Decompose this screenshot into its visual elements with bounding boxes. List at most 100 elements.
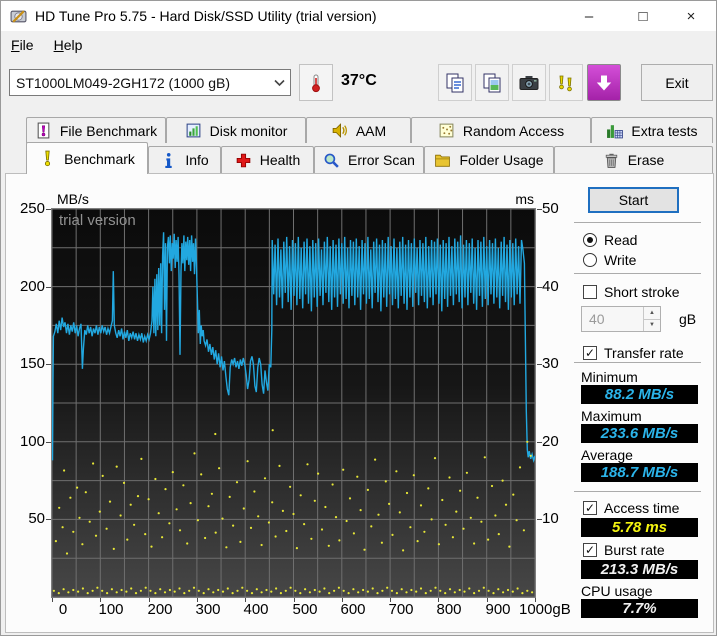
short-stroke-row[interactable]: Short stroke <box>583 284 679 300</box>
toolbar: ST1000LM049-2GH172 (1000 gB) 37°C <box>1 59 716 111</box>
error-scan-icon <box>323 152 340 169</box>
tab-random-access[interactable]: Random Access <box>411 117 591 143</box>
tab-label: Info <box>185 152 208 168</box>
tab-label: Disk monitor <box>210 123 288 139</box>
tab-folder-usage[interactable]: Folder Usage <box>424 146 554 173</box>
access-time-label: Access time <box>604 500 679 516</box>
tab-label: Error Scan <box>348 152 415 168</box>
write-radio[interactable] <box>583 253 597 267</box>
transfer-rate-label: Transfer rate <box>604 345 684 361</box>
close-button[interactable]: × <box>672 1 710 31</box>
tick-mark <box>52 598 53 602</box>
disk-monitor-icon <box>185 122 202 139</box>
separator <box>574 222 701 223</box>
tick-mark <box>537 209 542 210</box>
tick-mark <box>46 519 51 520</box>
tab-aam[interactable]: AAM <box>306 117 411 143</box>
chevron-down-icon <box>268 79 290 87</box>
menu-file[interactable]: File <box>1 33 44 57</box>
y-left-axis-unit: MB/s <box>57 191 89 207</box>
exit-button[interactable]: Exit <box>641 64 713 101</box>
tab-info[interactable]: Info <box>148 146 221 173</box>
y-right-tick-label: 20 <box>542 433 572 450</box>
stepper-up-icon[interactable]: ▲ <box>644 307 660 320</box>
tick-mark <box>342 598 343 602</box>
transfer-rate-row[interactable]: ✓ Transfer rate <box>583 345 684 361</box>
copy-image-button[interactable] <box>475 64 509 101</box>
tick-mark <box>438 598 439 602</box>
tick-mark <box>537 364 542 365</box>
tab-health[interactable]: Health <box>221 146 314 173</box>
window-title: HD Tune Pro 5.75 - Hard Disk/SSD Utility… <box>35 8 377 24</box>
tab-error-scan[interactable]: Error Scan <box>314 146 424 173</box>
benchmark-all-button[interactable] <box>549 64 583 101</box>
burst-rate-label: Burst rate <box>604 542 665 558</box>
menu-bar: File Help <box>1 31 716 59</box>
short-stroke-size-stepper[interactable]: 40 ▲ ▼ <box>581 306 661 332</box>
drive-select[interactable]: ST1000LM049-2GH172 (1000 gB) <box>9 69 291 96</box>
double-exclamation-icon <box>555 72 577 94</box>
temperature-value: 37°C <box>341 72 377 90</box>
aam-icon <box>331 122 348 139</box>
menu-help[interactable]: Help <box>44 33 93 57</box>
stepper-arrows[interactable]: ▲ ▼ <box>643 307 660 331</box>
cpu-usage-value: 7.7% <box>581 599 698 618</box>
separator <box>574 362 701 363</box>
start-label: Start <box>619 192 649 208</box>
tab-extra-tests[interactable]: Extra tests <box>591 117 713 143</box>
maximize-button[interactable]: □ <box>624 1 662 31</box>
separator <box>574 491 701 492</box>
transfer-rate-checkbox[interactable]: ✓ <box>583 346 597 360</box>
average-value: 188.7 MB/s <box>581 463 698 482</box>
tab-label: Erase <box>628 152 665 168</box>
tick-mark <box>537 442 542 443</box>
temperature-button[interactable] <box>299 64 333 101</box>
burst-rate-row[interactable]: ✓ Burst rate <box>583 542 665 558</box>
benchmark-icon <box>39 150 56 167</box>
y-right-tick-label: 10 <box>542 510 572 527</box>
tab-benchmark[interactable]: Benchmark <box>26 142 148 174</box>
tab-erase[interactable]: Erase <box>554 146 713 173</box>
copy-text-button[interactable] <box>438 64 472 101</box>
tab-file-benchmark[interactable]: File Benchmark <box>26 117 166 143</box>
stepper-down-icon[interactable]: ▼ <box>644 320 660 332</box>
info-icon <box>160 152 177 169</box>
drive-select-value: ST1000LM049-2GH172 (1000 gB) <box>10 75 268 91</box>
read-radio[interactable] <box>583 233 597 247</box>
short-stroke-label: Short stroke <box>604 284 679 300</box>
average-label: Average <box>581 447 633 463</box>
y-right-axis-unit: ms <box>506 191 534 207</box>
trial-watermark: trial version <box>59 212 136 229</box>
save-results-button[interactable] <box>587 64 621 101</box>
access-time-checkbox[interactable]: ✓ <box>583 501 597 515</box>
benchmark-plot: trial version <box>51 208 536 598</box>
maximum-label: Maximum <box>581 408 642 424</box>
tab-label: Folder Usage <box>459 152 543 168</box>
tab-label: Benchmark <box>64 151 135 167</box>
read-radio-row[interactable]: Read <box>583 232 637 248</box>
tick-mark <box>149 598 150 602</box>
tick-mark <box>537 519 542 520</box>
tick-mark <box>294 598 295 602</box>
y-left-tick-label: 150 <box>5 355 45 372</box>
file-benchmark-icon <box>35 122 52 139</box>
tick-mark <box>197 598 198 602</box>
tab-disk-monitor[interactable]: Disk monitor <box>166 117 306 143</box>
save-download-icon <box>594 73 614 93</box>
short-stroke-checkbox[interactable] <box>583 285 597 299</box>
y-right-tick-label: 30 <box>542 355 572 372</box>
start-button[interactable]: Start <box>588 187 679 213</box>
separator <box>574 273 701 274</box>
access-time-row[interactable]: ✓ Access time <box>583 500 679 516</box>
write-label: Write <box>604 252 636 268</box>
y-left-tick-label: 50 <box>5 510 45 527</box>
screenshot-button[interactable] <box>512 64 546 101</box>
minimize-button[interactable]: – <box>570 1 608 31</box>
tab-label: AAM <box>356 123 386 139</box>
thermometer-icon <box>306 73 326 93</box>
tick-mark <box>46 209 51 210</box>
write-radio-row[interactable]: Write <box>583 252 636 268</box>
app-window: HD Tune Pro 5.75 - Hard Disk/SSD Utility… <box>0 0 717 636</box>
copy-image-icon <box>481 72 503 94</box>
burst-rate-checkbox[interactable]: ✓ <box>583 543 597 557</box>
